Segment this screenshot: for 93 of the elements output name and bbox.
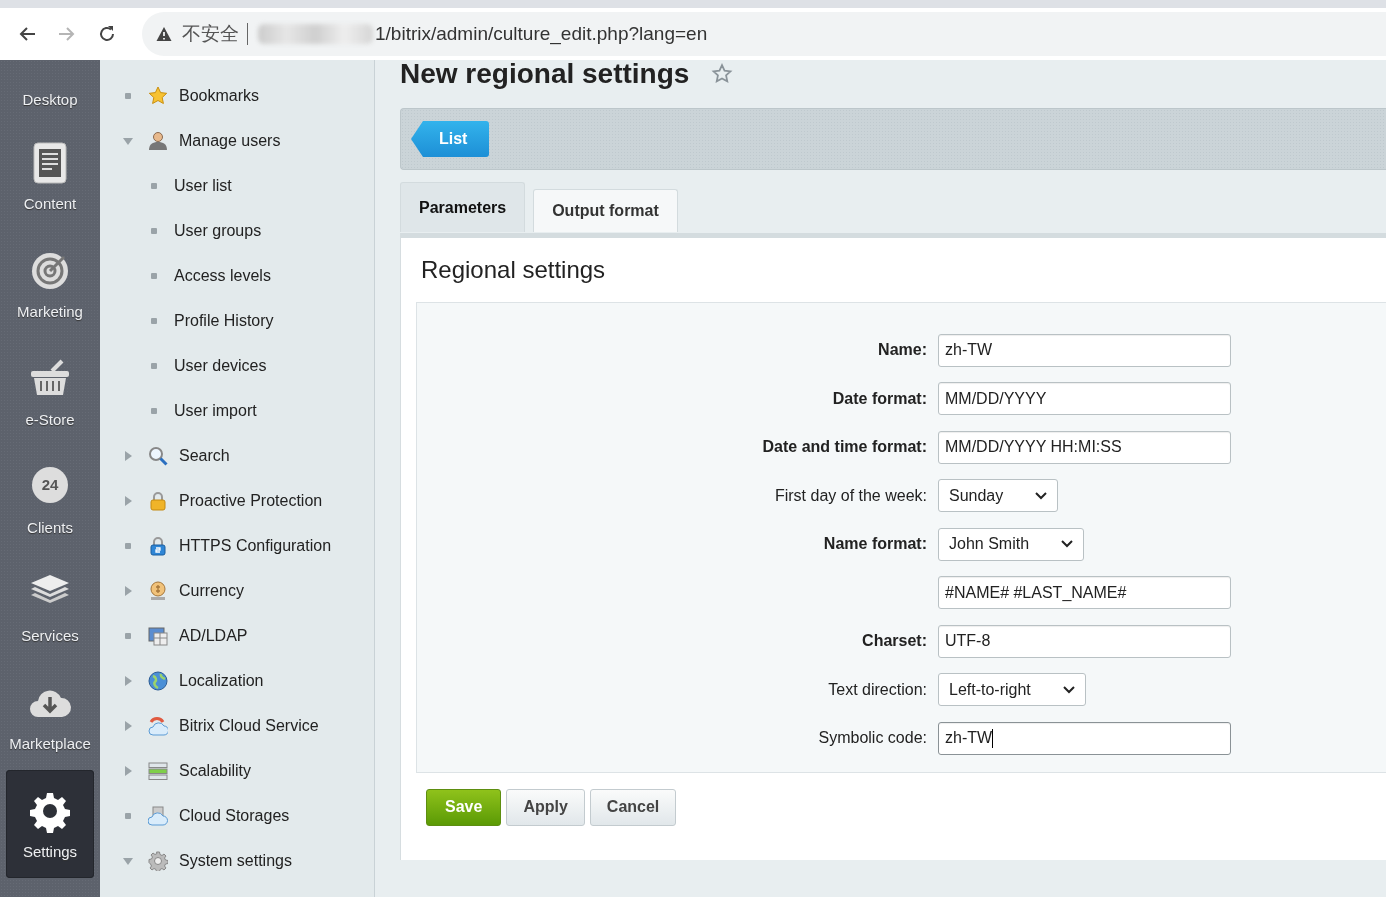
menu-item[interactable]: Currency — [100, 568, 374, 613]
bullet-icon — [123, 810, 133, 821]
collapse-arrow-icon[interactable] — [123, 855, 133, 866]
submenu-item[interactable]: User devices — [100, 343, 374, 388]
menu-item[interactable]: HTTPS Configuration — [100, 523, 374, 568]
address-bar[interactable]: 不安全 1/bitrix/admin/culture_edit.php?lang=en — [142, 12, 1386, 56]
text-field[interactable]: #NAME# #LAST_NAME# — [938, 576, 1231, 610]
tab[interactable]: Output format — [533, 189, 678, 232]
menu-item[interactable]: Scalability — [100, 748, 374, 793]
layers-icon — [31, 574, 69, 603]
page-title: New regional settings — [400, 60, 690, 88]
rail-item[interactable]: e-Store — [6, 338, 94, 446]
submenu-item[interactable]: Profile History — [100, 298, 374, 343]
submenu-item[interactable]: User list — [100, 163, 374, 208]
menu-item[interactable]: Bookmarks — [100, 73, 374, 118]
caret-icon — [1062, 685, 1075, 694]
field-label: Text direction: — [828, 680, 927, 699]
gear-icon — [30, 792, 70, 833]
basket-icon — [31, 359, 69, 395]
star-icon[interactable] — [711, 63, 734, 85]
rail-item[interactable]: Marketplace — [6, 662, 94, 770]
window-icon — [148, 627, 168, 645]
text-field[interactable]: MM/DD/YYYY HH:MI:SS — [938, 430, 1231, 464]
expand-arrow-icon[interactable] — [123, 495, 133, 506]
field-label: Date format: — [832, 389, 927, 408]
text-field[interactable]: UTF-8 — [938, 624, 1231, 658]
gear-icon — [148, 851, 168, 871]
padlock-icon — [150, 536, 166, 555]
expand-arrow-icon[interactable] — [123, 765, 133, 776]
user-icon — [149, 131, 167, 150]
menu-item[interactable]: Bitrix Cloud Service — [100, 703, 374, 748]
expand-arrow-icon[interactable] — [123, 720, 133, 731]
submenu-item[interactable]: Access levels — [100, 253, 374, 298]
field-label: Name: — [878, 341, 927, 360]
rail-item[interactable]: Settings — [6, 770, 94, 878]
text-field[interactable]: MM/DD/YYYY — [938, 382, 1231, 416]
caret-icon — [1035, 491, 1048, 500]
select-field[interactable]: Sunday — [938, 479, 1059, 513]
target-icon — [32, 252, 68, 289]
server-icon — [148, 762, 168, 780]
bullet-icon — [149, 270, 159, 281]
text-field[interactable]: zh-TW — [938, 721, 1231, 755]
cloud-storage-icon — [148, 806, 168, 825]
expand-arrow-icon[interactable] — [123, 675, 133, 686]
rail-item[interactable]: Content — [6, 122, 94, 230]
rail-item[interactable]: Services — [6, 554, 94, 662]
bullet-icon — [149, 405, 159, 416]
bullet-icon — [123, 540, 133, 551]
bullet-icon — [149, 180, 159, 191]
field-label: Name format: — [823, 535, 927, 554]
section-title: Regional settings — [420, 255, 607, 285]
menu-item[interactable]: Search — [100, 433, 374, 478]
magnifier-icon — [149, 446, 168, 466]
menu-item[interactable]: Cloud Storages — [100, 793, 374, 838]
collapse-arrow-icon[interactable] — [123, 135, 133, 146]
coin-icon — [150, 581, 166, 600]
padlock-icon — [150, 491, 166, 510]
security-label: 不安全 — [182, 22, 239, 46]
cloud-download-icon — [30, 690, 71, 717]
star-icon — [148, 86, 168, 104]
cloud-icon — [148, 716, 168, 735]
field-label: Charset: — [862, 632, 927, 651]
rail-item[interactable]: Marketing — [6, 230, 94, 338]
bullet-icon — [123, 630, 133, 641]
url-text: 1/bitrix/admin/culture_edit.php?lang=en — [375, 23, 708, 45]
rail-item[interactable]: Desktop — [6, 60, 94, 122]
menu-item[interactable]: System settings — [100, 838, 374, 883]
warning-icon — [156, 26, 172, 42]
bullet-icon — [149, 225, 159, 236]
bullet-icon — [123, 90, 133, 101]
field-label: First day of the week: — [774, 486, 927, 505]
submenu-item[interactable]: User import — [100, 388, 374, 433]
globe-icon — [148, 671, 168, 690]
menu-item[interactable]: Proactive Protection — [100, 478, 374, 523]
form-button[interactable]: Apply — [506, 788, 585, 826]
menu-item[interactable]: AD/LDAP — [100, 613, 374, 658]
text-field[interactable]: zh-TW — [938, 333, 1231, 367]
expand-arrow-icon[interactable] — [123, 450, 133, 461]
caret-icon — [1061, 540, 1074, 549]
select-field[interactable]: John Smith — [938, 527, 1085, 561]
rail-item[interactable]: 24 Clients — [6, 446, 94, 554]
tab[interactable]: Parameters — [400, 182, 526, 232]
document-icon — [33, 142, 67, 183]
field-label: Date and time format: — [762, 438, 927, 457]
select-field[interactable]: Left-to-right — [938, 673, 1086, 707]
menu-item[interactable]: Localization — [100, 658, 374, 703]
field-label: Symbolic code: — [818, 729, 927, 748]
bullet-icon — [149, 315, 159, 326]
submenu-item[interactable]: User groups — [100, 208, 374, 253]
bullet-icon — [149, 360, 159, 371]
expand-arrow-icon[interactable] — [123, 585, 133, 596]
menu-item[interactable]: Manage users — [100, 118, 374, 163]
form-button[interactable]: Cancel — [589, 788, 677, 826]
